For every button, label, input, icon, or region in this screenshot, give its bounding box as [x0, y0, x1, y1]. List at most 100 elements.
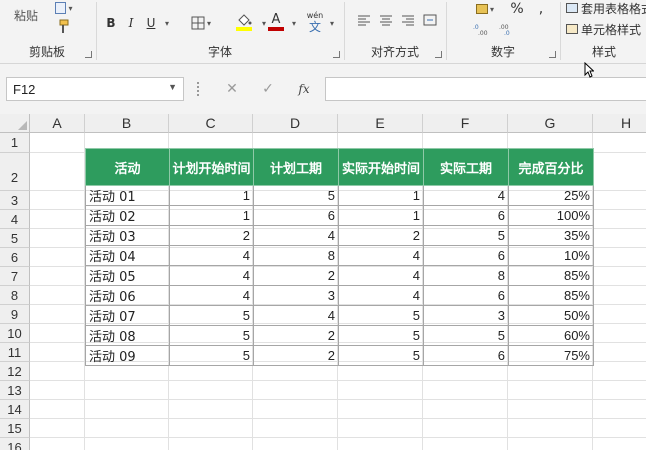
accounting-format-button[interactable]: ▾ — [470, 0, 500, 18]
table-cell[interactable]: 4 — [253, 225, 339, 246]
table-cell[interactable]: 85% — [508, 265, 594, 286]
align-right-button[interactable] — [398, 10, 418, 30]
column-header-d[interactable]: D — [253, 114, 338, 133]
table-cell[interactable]: 1 — [169, 185, 254, 206]
table-cell[interactable]: 8 — [253, 245, 339, 266]
align-center-button[interactable] — [376, 10, 396, 30]
table-cell[interactable]: 4 — [169, 245, 254, 266]
table-cell[interactable]: 5 — [169, 305, 254, 326]
table-cell[interactable]: 5 — [169, 325, 254, 346]
row-header-14[interactable]: 14 — [0, 400, 30, 419]
row-header-11[interactable]: 11 — [0, 343, 30, 362]
increase-decimal-button[interactable]: .0.00 — [470, 20, 492, 38]
phonetic-guide-button[interactable]: wén 文 — [302, 8, 328, 36]
row-header-3[interactable]: 3 — [0, 191, 30, 210]
row-header-13[interactable]: 13 — [0, 381, 30, 400]
table-cell[interactable]: 2 — [253, 325, 339, 346]
table-cell[interactable]: 85% — [508, 285, 594, 306]
table-cell[interactable]: 5 — [338, 325, 424, 346]
table-cell[interactable]: 60% — [508, 325, 594, 346]
activity-name-cell[interactable]: 活动 06 — [85, 285, 170, 306]
table-cell[interactable]: 1 — [338, 185, 424, 206]
clipboard-dialog-launcher[interactable] — [85, 51, 92, 58]
table-cell[interactable]: 6 — [423, 245, 509, 266]
align-left-button[interactable] — [354, 10, 374, 30]
table-cell[interactable]: 3 — [253, 285, 339, 306]
table-cell[interactable]: 4 — [253, 305, 339, 326]
row-header-12[interactable]: 12 — [0, 362, 30, 381]
activity-name-cell[interactable]: 活动 07 — [85, 305, 170, 326]
table-cell[interactable]: 4 — [169, 265, 254, 286]
row-header-8[interactable]: 8 — [0, 286, 30, 305]
column-header-f[interactable]: F — [423, 114, 508, 133]
phonetic-dropdown[interactable]: ▾ — [326, 13, 336, 33]
underline-button[interactable]: U — [142, 13, 160, 33]
copy-button[interactable]: ▾ — [52, 0, 76, 16]
table-cell[interactable]: 5 — [169, 345, 254, 366]
activity-name-cell[interactable]: 活动 02 — [85, 205, 170, 226]
row-header-6[interactable]: 6 — [0, 248, 30, 267]
table-header-cell[interactable]: 活动 — [85, 148, 170, 186]
comma-style-button[interactable]: , — [532, 0, 550, 18]
table-cell[interactable]: 5 — [423, 325, 509, 346]
underline-dropdown[interactable]: ▾ — [160, 13, 172, 33]
font-color-button[interactable]: A — [264, 10, 288, 34]
column-header-h[interactable]: H — [593, 114, 646, 133]
borders-button[interactable]: ▾ — [186, 13, 216, 33]
table-cell[interactable]: 2 — [169, 225, 254, 246]
row-header-15[interactable]: 15 — [0, 419, 30, 438]
cancel-entry-button[interactable]: ✕ — [218, 77, 246, 101]
table-header-cell[interactable]: 计划工期 — [253, 148, 339, 186]
table-cell[interactable]: 50% — [508, 305, 594, 326]
table-cell[interactable]: 4 — [338, 245, 424, 266]
paste-button[interactable]: 粘贴 — [6, 0, 46, 30]
row-header-10[interactable]: 10 — [0, 324, 30, 343]
table-cell[interactable]: 2 — [253, 345, 339, 366]
row-header-4[interactable]: 4 — [0, 210, 30, 229]
activity-name-cell[interactable]: 活动 03 — [85, 225, 170, 246]
table-cell[interactable]: 8 — [423, 265, 509, 286]
table-cell[interactable]: 2 — [338, 225, 424, 246]
alignment-dialog-launcher[interactable] — [435, 51, 442, 58]
column-header-g[interactable]: G — [508, 114, 593, 133]
table-cell[interactable]: 6 — [423, 205, 509, 226]
select-all-button[interactable] — [0, 114, 30, 133]
format-as-table-button[interactable]: 套用表格格式 — [566, 0, 646, 16]
table-header-cell[interactable]: 实际工期 — [423, 148, 509, 186]
table-cell[interactable]: 6 — [253, 205, 339, 226]
table-header-cell[interactable]: 完成百分比 — [508, 148, 594, 186]
column-header-b[interactable]: B — [85, 114, 169, 133]
number-dialog-launcher[interactable] — [549, 51, 556, 58]
activity-name-cell[interactable]: 活动 08 — [85, 325, 170, 346]
table-cell[interactable]: 1 — [169, 205, 254, 226]
activity-name-cell[interactable]: 活动 04 — [85, 245, 170, 266]
italic-button[interactable]: I — [122, 13, 140, 33]
percent-style-button[interactable]: % — [508, 0, 526, 18]
table-cell[interactable]: 5 — [423, 225, 509, 246]
font-dialog-launcher[interactable] — [333, 51, 340, 58]
insert-function-button[interactable]: fx — [290, 77, 318, 101]
row-header-5[interactable]: 5 — [0, 229, 30, 248]
decrease-decimal-button[interactable]: .00.0 — [496, 20, 518, 38]
table-cell[interactable]: 1 — [338, 205, 424, 226]
activity-name-cell[interactable]: 活动 09 — [85, 345, 170, 366]
column-header-c[interactable]: C — [169, 114, 253, 133]
row-header-1[interactable]: 1 — [0, 133, 30, 153]
format-painter-button[interactable] — [52, 18, 72, 36]
table-cell[interactable]: 4 — [169, 285, 254, 306]
table-cell[interactable]: 35% — [508, 225, 594, 246]
table-cell[interactable]: 75% — [508, 345, 594, 366]
table-cell[interactable]: 4 — [338, 285, 424, 306]
table-cell[interactable]: 4 — [338, 265, 424, 286]
table-cell[interactable]: 100% — [508, 205, 594, 226]
table-cell[interactable]: 5 — [338, 305, 424, 326]
table-cell[interactable]: 25% — [508, 185, 594, 206]
cell-styles-button[interactable]: 单元格样式 — [566, 20, 646, 38]
column-header-e[interactable]: E — [338, 114, 423, 133]
activity-name-cell[interactable]: 活动 01 — [85, 185, 170, 206]
row-header-16[interactable]: 16 — [0, 438, 30, 450]
formula-input[interactable] — [325, 77, 646, 101]
row-header-2[interactable]: 2 — [0, 153, 30, 191]
font-color-dropdown[interactable]: ▾ — [288, 13, 298, 33]
table-cell[interactable]: 6 — [423, 285, 509, 306]
